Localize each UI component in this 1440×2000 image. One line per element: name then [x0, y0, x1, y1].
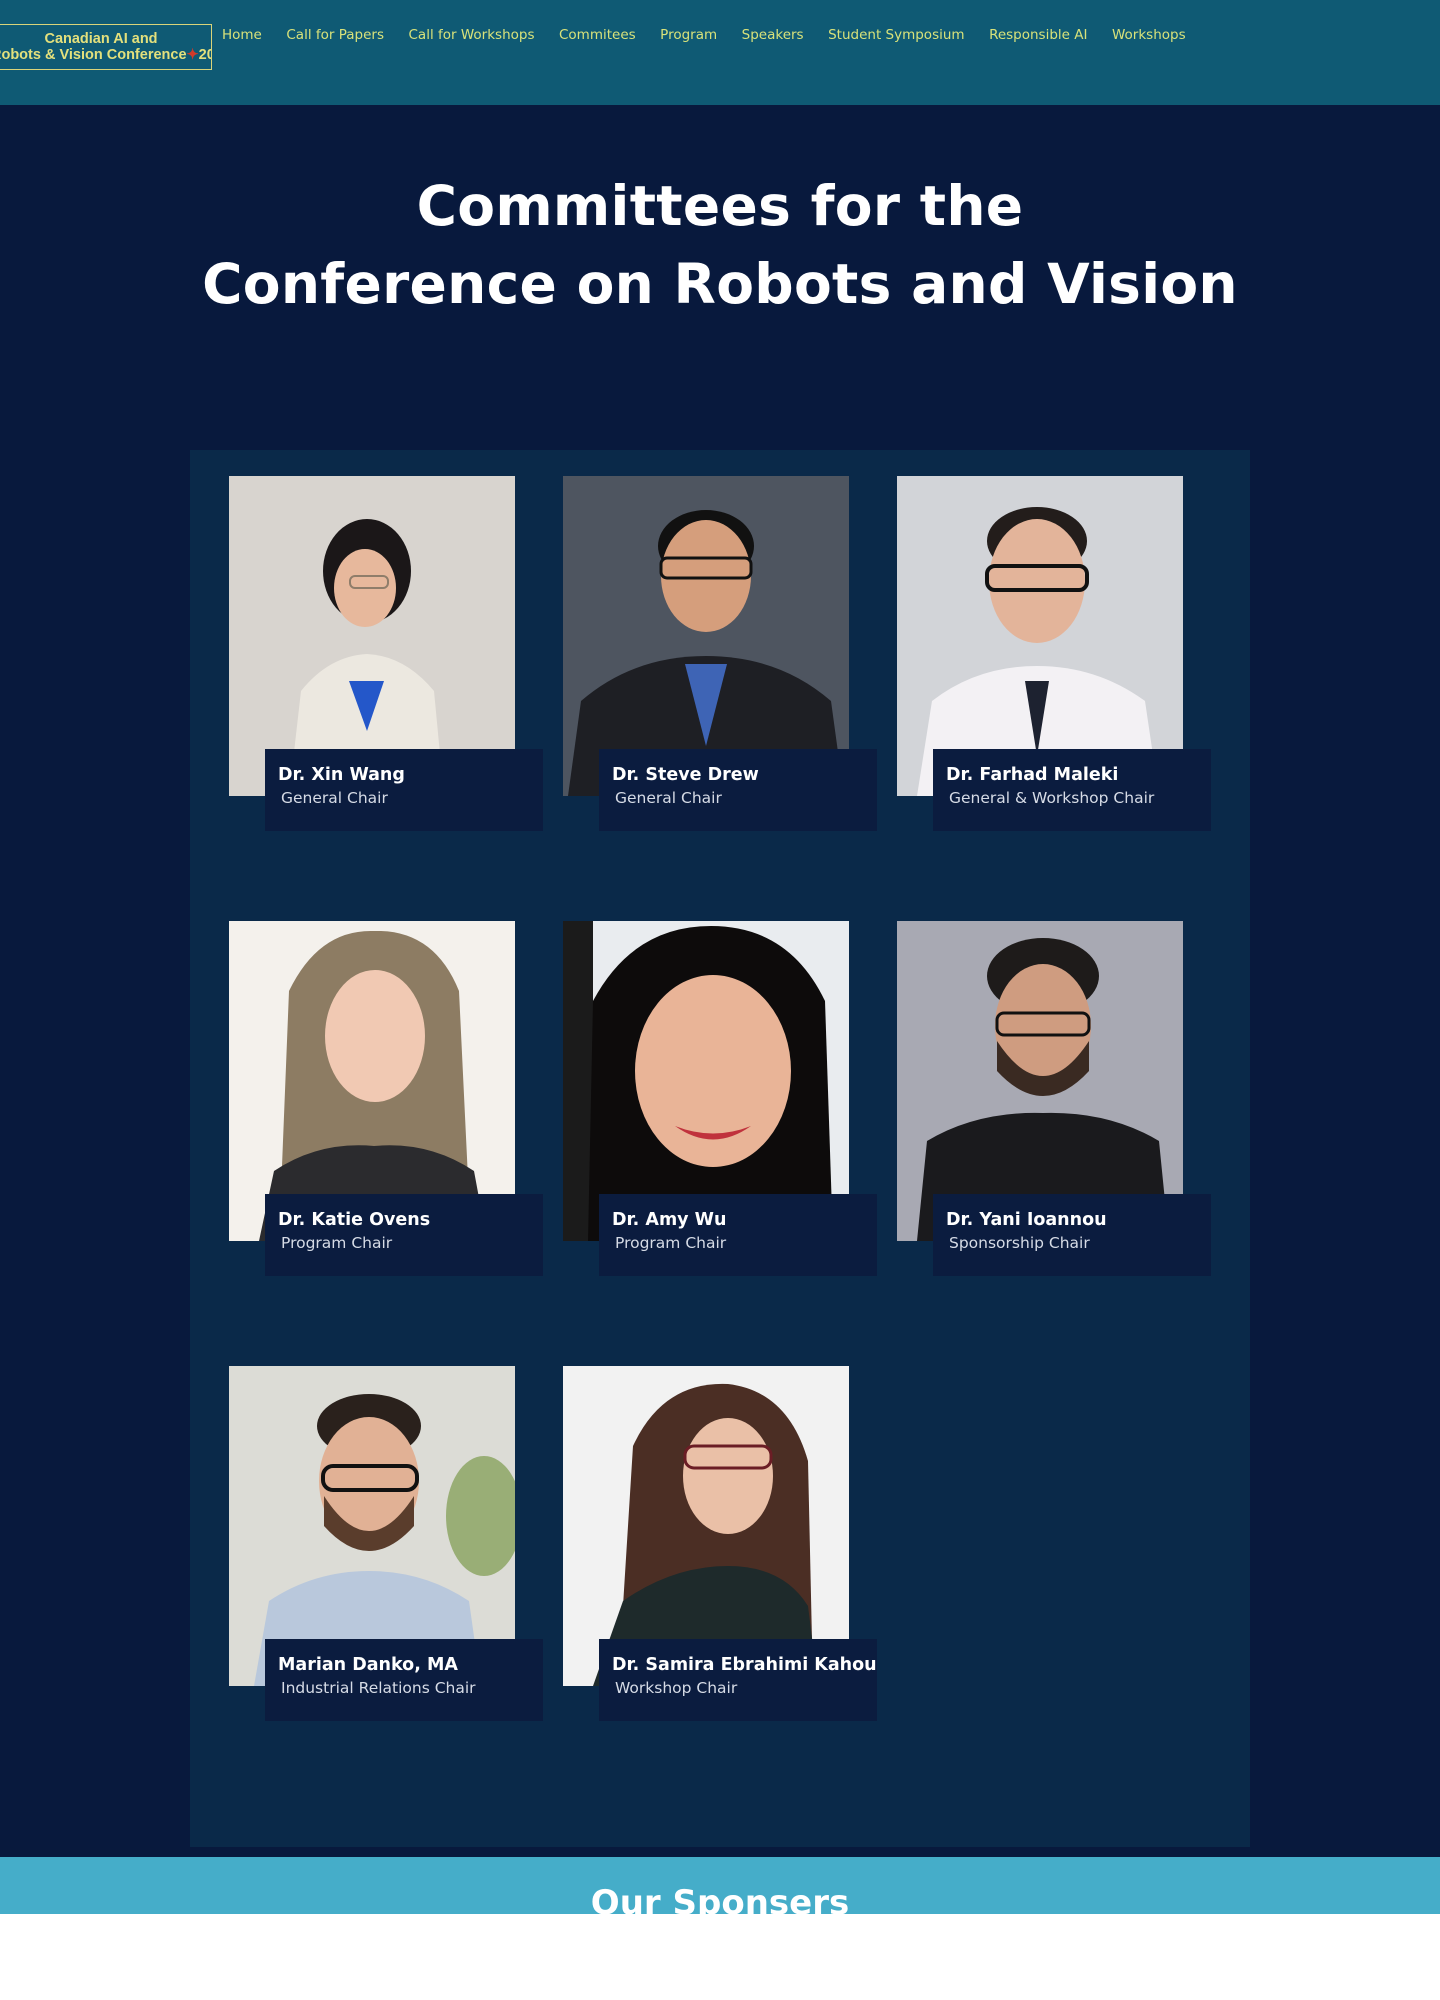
committee-panel: Dr. Xin Wang General Chair Dr. Steve Dre… [190, 450, 1250, 1847]
member-label: Dr. Farhad Maleki General & Workshop Cha… [933, 749, 1211, 831]
member-photo [229, 921, 515, 1241]
sponsors-title: Our Sponsers [590, 1883, 850, 1914]
nav-student-symposium[interactable]: Student Symposium [828, 25, 964, 47]
member-photo [897, 476, 1183, 796]
member-label: Marian Danko, MA Industrial Relations Ch… [265, 1639, 543, 1721]
member-label: Dr. Samira Ebrahimi Kahou Workshop Chair [599, 1639, 877, 1721]
member-name: Dr. Xin Wang [278, 765, 405, 785]
member-role: Program Chair [281, 1234, 393, 1252]
member-photo [563, 476, 849, 796]
maple-leaf-icon: ✦ [186, 47, 199, 63]
portrait-image [229, 1366, 515, 1686]
portrait-image [563, 1366, 849, 1686]
nav-speakers[interactable]: Speakers [742, 25, 804, 47]
member-photo [897, 921, 1183, 1241]
page-bottom [0, 1914, 1440, 2000]
portrait-image [897, 476, 1183, 796]
site-header: Canadian AI and Robots & Vision Conferen… [0, 0, 1440, 105]
committee-card: Dr. Steve Drew General Chair [563, 476, 877, 831]
member-name: Dr. Katie Ovens [278, 1210, 431, 1230]
nav-program[interactable]: Program [660, 25, 717, 47]
member-label: Dr. Steve Drew General Chair [599, 749, 877, 831]
logo-year: 2025 [198, 47, 211, 63]
committee-card: Dr. Katie Ovens Program Chair [229, 921, 543, 1276]
member-photo [563, 1366, 849, 1686]
portrait-image [563, 476, 849, 796]
nav-workshops[interactable]: Workshops [1112, 25, 1186, 47]
member-role: Industrial Relations Chair [281, 1679, 476, 1697]
committee-card: Dr. Yani Ioannou Sponsorship Chair [897, 921, 1211, 1276]
site-logo[interactable]: Canadian AI and Robots & Vision Conferen… [0, 24, 212, 70]
member-label: Dr. Yani Ioannou Sponsorship Chair [933, 1194, 1211, 1276]
nav-call-for-workshops[interactable]: Call for Workshops [409, 25, 535, 47]
sponsors-section: Our Sponsers [0, 1857, 1440, 1914]
member-role: Program Chair [615, 1234, 727, 1252]
nav-home[interactable]: Home [222, 25, 262, 47]
member-name: Marian Danko, MA [278, 1655, 458, 1675]
committee-card: Dr. Samira Ebrahimi Kahou Workshop Chair [563, 1366, 877, 1721]
main-nav: Home Call for Papers Call for Workshops … [222, 25, 1210, 47]
committee-card: Dr. Amy Wu Program Chair [563, 921, 877, 1276]
member-label: Dr. Amy Wu Program Chair [599, 1194, 877, 1276]
page-title-line-1: Committees for the [416, 174, 1024, 238]
logo-line-2-text: Robots & Vision Conference [0, 47, 187, 63]
portrait-image [897, 921, 1183, 1241]
member-role: Workshop Chair [615, 1679, 738, 1697]
member-photo [229, 476, 515, 796]
logo-line-1: Canadian AI and [44, 31, 158, 47]
committee-card: Marian Danko, MA Industrial Relations Ch… [229, 1366, 543, 1721]
committee-card: Dr. Farhad Maleki General & Workshop Cha… [897, 476, 1211, 831]
member-role: Sponsorship Chair [949, 1234, 1090, 1252]
portrait-image [229, 476, 515, 796]
member-name: Dr. Farhad Maleki [946, 765, 1119, 785]
member-photo [229, 1366, 515, 1686]
page-title: Committees for the Conference on Robots … [0, 167, 1440, 323]
page-title-line-2: Conference on Robots and Vision [202, 252, 1238, 316]
member-name: Dr. Yani Ioannou [946, 1210, 1107, 1230]
member-photo [563, 921, 849, 1241]
nav-commitees[interactable]: Commitees [559, 25, 636, 47]
member-label: Dr. Katie Ovens Program Chair [265, 1194, 543, 1276]
portrait-image [563, 921, 849, 1241]
member-name: Dr. Steve Drew [612, 765, 759, 785]
member-role: General & Workshop Chair [949, 789, 1155, 807]
member-name: Dr. Samira Ebrahimi Kahou [612, 1655, 877, 1675]
logo-line-2: Robots & Vision Conference✦2025 [0, 47, 211, 63]
portrait-image [229, 921, 515, 1241]
committees-section: Committees for the Conference on Robots … [0, 105, 1440, 1857]
member-label: Dr. Xin Wang General Chair [265, 749, 543, 831]
nav-call-for-papers[interactable]: Call for Papers [286, 25, 384, 47]
committee-card: Dr. Xin Wang General Chair [229, 476, 543, 831]
member-role: General Chair [281, 789, 388, 807]
member-name: Dr. Amy Wu [612, 1210, 727, 1230]
nav-responsible-ai[interactable]: Responsible AI [989, 25, 1087, 47]
member-role: General Chair [615, 789, 722, 807]
